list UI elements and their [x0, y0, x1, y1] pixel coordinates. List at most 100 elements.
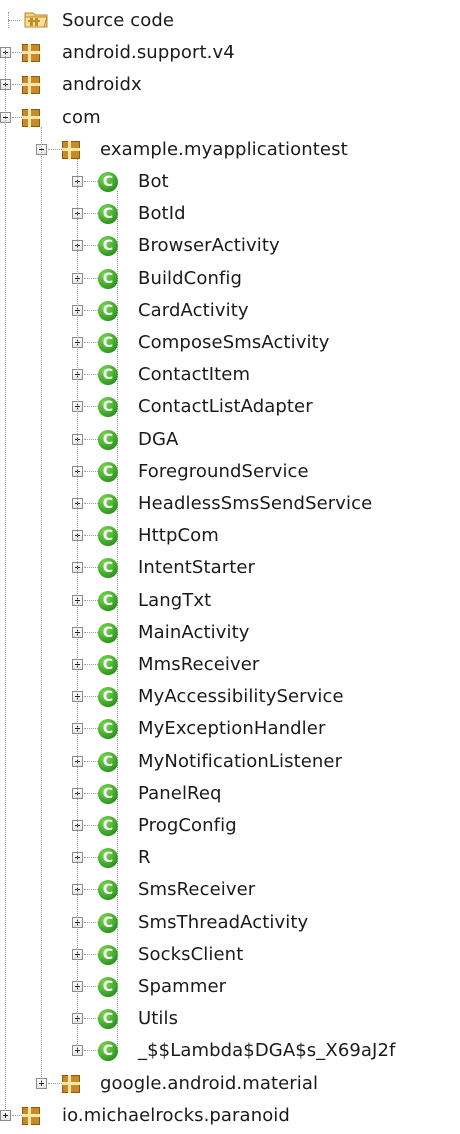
class-icon: C	[98, 655, 118, 675]
class-row[interactable]: C ContactItem	[0, 360, 460, 390]
tree-guide-line	[117, 191, 118, 1051]
class-icon: C	[98, 397, 118, 418]
package-explorer-tree: Source code android.support.v4 androidx com…	[0, 0, 460, 1134]
class-icon: C	[98, 429, 118, 450]
class-row[interactable]: C MyExceptionHandler	[0, 714, 460, 744]
class-row[interactable]: C MmsReceiver	[0, 650, 460, 680]
tree-guide-line	[84, 1050, 98, 1052]
tree-guide-line	[12, 1114, 22, 1116]
package-row-label: example.myapplicationtest	[100, 138, 348, 160]
tree-guide-line	[77, 158, 78, 1051]
package-row[interactable]: google.android.material	[0, 1069, 460, 1099]
package-icon	[22, 108, 40, 127]
class-row[interactable]: C ContactListAdapter	[0, 392, 460, 422]
source-folder-icon	[24, 9, 50, 29]
tree-guide-line	[84, 213, 98, 215]
tree-guide-line	[12, 116, 22, 118]
class-row[interactable]: C _$$Lambda$DGA$s_X69aJ2f	[0, 1036, 460, 1066]
class-row[interactable]: C SmsReceiver	[0, 875, 460, 905]
class-row[interactable]: C Bot	[0, 167, 460, 197]
package-row[interactable]: com	[0, 103, 460, 133]
class-row[interactable]: C CardActivity	[0, 296, 460, 326]
class-row[interactable]: C HeadlessSmsSendService	[0, 489, 460, 519]
class-row-label: ComposeSmsActivity	[138, 332, 330, 353]
class-row[interactable]: C ProgConfig	[0, 811, 460, 841]
package-row[interactable]: example.myapplicationtest	[0, 135, 460, 165]
class-icon: C	[98, 365, 118, 386]
class-row-label: HttpCom	[138, 525, 219, 547]
class-row[interactable]: C SmsThreadActivity	[0, 908, 460, 938]
class-icon: C	[98, 204, 118, 225]
class-row[interactable]: C ForegroundService	[0, 457, 460, 487]
package-row-label: com	[62, 106, 101, 128]
package-icon	[22, 76, 40, 95]
tree-guide-line	[84, 760, 98, 762]
tree-guide-line	[5, 48, 6, 1111]
tree-guide-line	[84, 277, 98, 279]
tree-guide-line	[84, 567, 98, 569]
tree-guide-line	[84, 921, 98, 923]
class-row[interactable]: C SocksClient	[0, 940, 460, 970]
class-row-label: Bot	[138, 171, 169, 192]
class-row[interactable]: C BuildConfig	[0, 264, 460, 294]
tree-guide-line	[84, 696, 98, 698]
class-row[interactable]: C DGA	[0, 425, 460, 455]
package-row[interactable]: io.michaelrocks.paranoid	[0, 1101, 460, 1131]
class-row-label: BrowserActivity	[138, 235, 280, 257]
tree-guide-line	[84, 181, 98, 182]
class-row[interactable]: C Spammer	[0, 972, 460, 1002]
package-icon	[62, 1074, 80, 1093]
tree-guide-line	[84, 342, 98, 343]
class-row-label: Spammer	[138, 976, 227, 997]
class-row[interactable]: C ComposeSmsActivity	[0, 328, 460, 358]
class-row[interactable]: C BotId	[0, 199, 460, 229]
class-row[interactable]: C PanelReq	[0, 779, 460, 809]
class-row-label: Utils	[138, 1008, 179, 1030]
class-row-label: LangTxt	[138, 589, 212, 611]
class-row[interactable]: CR	[0, 843, 460, 873]
tree-root-source-code[interactable]: Source code	[0, 6, 460, 36]
tree-guide-line	[84, 535, 98, 537]
class-icon: C	[98, 783, 118, 804]
class-row[interactable]: C LangTxt	[0, 586, 460, 616]
tree-guide-line	[8, 12, 9, 28]
class-row-label: BotId	[138, 203, 186, 225]
class-row[interactable]: C BrowserActivity	[0, 231, 460, 261]
package-row[interactable]: android.support.v4	[0, 38, 460, 68]
class-row[interactable]: C MyNotificationListener	[0, 747, 460, 777]
class-row-label: SmsReceiver	[138, 879, 256, 901]
tree-guide-line	[41, 126, 42, 1083]
class-row[interactable]: C HttpCom	[0, 521, 460, 551]
expand-toggle-icon[interactable]	[0, 1109, 11, 1121]
class-row[interactable]: C MyAccessibilityService	[0, 682, 460, 712]
class-row-label: ContactItem	[138, 364, 251, 386]
package-row-label: android.support.v4	[62, 42, 235, 64]
class-icon: C	[98, 494, 118, 514]
package-row-label: google.android.material	[100, 1072, 319, 1094]
class-icon: C	[98, 880, 118, 901]
package-icon	[62, 140, 80, 159]
class-row-label: _$$Lambda$DGA$s_X69aJ2f	[138, 1040, 396, 1062]
class-row-label: MyExceptionHandler	[138, 718, 326, 740]
tree-guide-line	[84, 438, 98, 440]
package-row[interactable]: androidx	[0, 70, 460, 100]
class-icon: C	[98, 977, 118, 997]
tree-guide-line	[8, 20, 20, 21]
class-row-label: IntentStarter	[138, 557, 256, 579]
tree-guide-line	[84, 503, 98, 504]
class-icon: C	[98, 622, 118, 643]
class-icon: C	[98, 912, 118, 933]
class-icon: C	[98, 687, 118, 708]
tree-guide-line	[12, 84, 22, 86]
class-row[interactable]: C Utils	[0, 1004, 460, 1034]
tree-guide-line	[84, 889, 98, 891]
tree-guide-line	[84, 1018, 98, 1020]
package-icon	[22, 1106, 40, 1125]
tree-guide-line	[84, 631, 98, 633]
class-row[interactable]: C IntentStarter	[0, 553, 460, 583]
class-icon: C	[98, 268, 118, 289]
tree-guide-line	[84, 986, 98, 987]
class-icon: C	[98, 751, 118, 772]
tree-guide-line	[84, 664, 98, 665]
class-row[interactable]: C MainActivity	[0, 618, 460, 648]
